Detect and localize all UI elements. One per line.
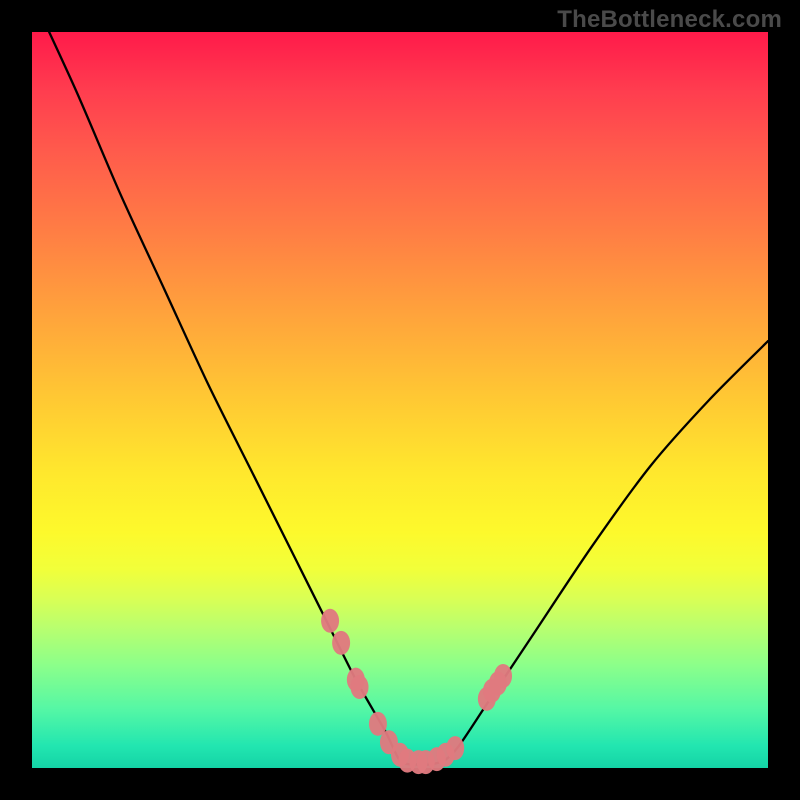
- marker-group: [321, 609, 512, 774]
- data-marker: [332, 631, 350, 655]
- data-marker: [446, 736, 464, 760]
- chart-svg: [32, 32, 768, 768]
- chart-frame: TheBottleneck.com: [0, 0, 800, 800]
- data-marker: [321, 609, 339, 633]
- data-marker: [494, 664, 512, 688]
- watermark-text: TheBottleneck.com: [557, 6, 782, 34]
- data-marker: [351, 675, 369, 699]
- bottleneck-curve: [32, 0, 768, 765]
- plot-area: [32, 32, 768, 768]
